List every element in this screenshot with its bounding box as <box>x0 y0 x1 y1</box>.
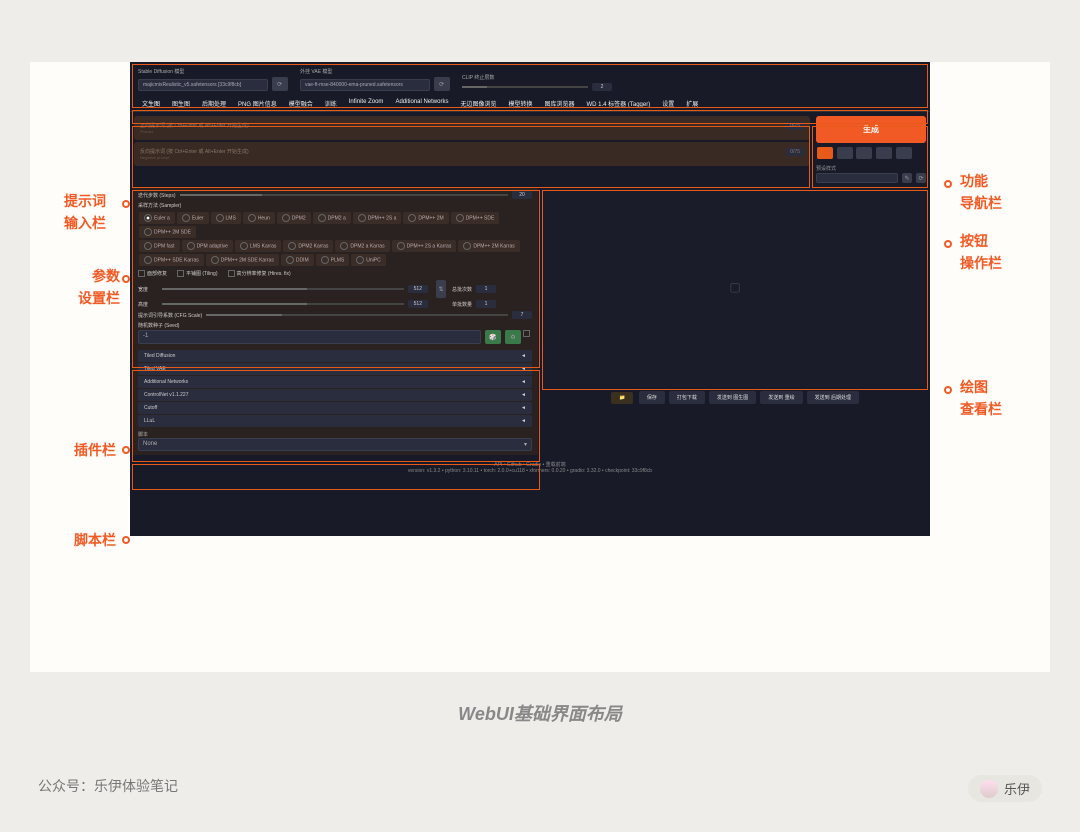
action-button[interactable]: 打包下载 <box>669 391 705 404</box>
action-button[interactable]: 保存 <box>639 391 665 404</box>
credit-text: 公众号：乐伊体验笔记 <box>38 776 178 796</box>
author-badge: 乐伊 <box>968 775 1042 802</box>
clip-slider[interactable] <box>462 86 588 88</box>
connector-dot <box>944 180 952 188</box>
height-slider[interactable] <box>162 303 404 305</box>
annot-plugin-bar: 插件栏 <box>74 440 116 460</box>
connector-dot <box>122 200 130 208</box>
highlight-script <box>132 464 540 490</box>
connector-dot <box>944 240 952 248</box>
annot-draw-view: 绘图查看栏 <box>960 378 1002 418</box>
annot-func-nav: 功能导航栏 <box>960 172 1002 212</box>
figure-caption: WebUI基础界面布局 <box>0 700 1080 726</box>
annot-prompt-bar: 提示词输入栏 <box>64 192 106 232</box>
highlight-preview <box>542 190 928 390</box>
highlight-tabs <box>132 110 928 124</box>
highlight-generate <box>812 126 928 188</box>
highlight-params <box>132 190 540 368</box>
width-slider[interactable] <box>162 288 404 290</box>
annot-param-bar: 参数设置栏 <box>78 267 120 307</box>
connector-dot <box>944 386 952 394</box>
highlight-prompt <box>132 126 810 188</box>
action-row: 📁 保存打包下载发送到 图生图发送到 重绘发送到 后期处理 <box>542 391 928 404</box>
steps-slider[interactable] <box>180 194 508 196</box>
cfg-slider[interactable] <box>206 314 508 316</box>
avatar-icon <box>980 780 998 798</box>
action-button[interactable]: 发送到 重绘 <box>760 391 802 404</box>
connector-dot <box>122 536 130 544</box>
action-button[interactable]: 发送到 图生图 <box>709 391 756 404</box>
action-button[interactable]: 发送到 后期处理 <box>807 391 859 404</box>
highlight-plugins <box>132 370 540 462</box>
annot-script-bar: 脚本栏 <box>74 530 116 550</box>
connector-dot <box>122 275 130 283</box>
annot-btn-bar: 按钮操作栏 <box>960 232 1002 272</box>
connector-dot <box>122 446 130 454</box>
author-name: 乐伊 <box>1004 779 1030 798</box>
folder-button[interactable]: 📁 <box>611 392 633 404</box>
webui-app: Stable Diffusion 模型 majicmixRealistic_v5… <box>130 62 930 536</box>
